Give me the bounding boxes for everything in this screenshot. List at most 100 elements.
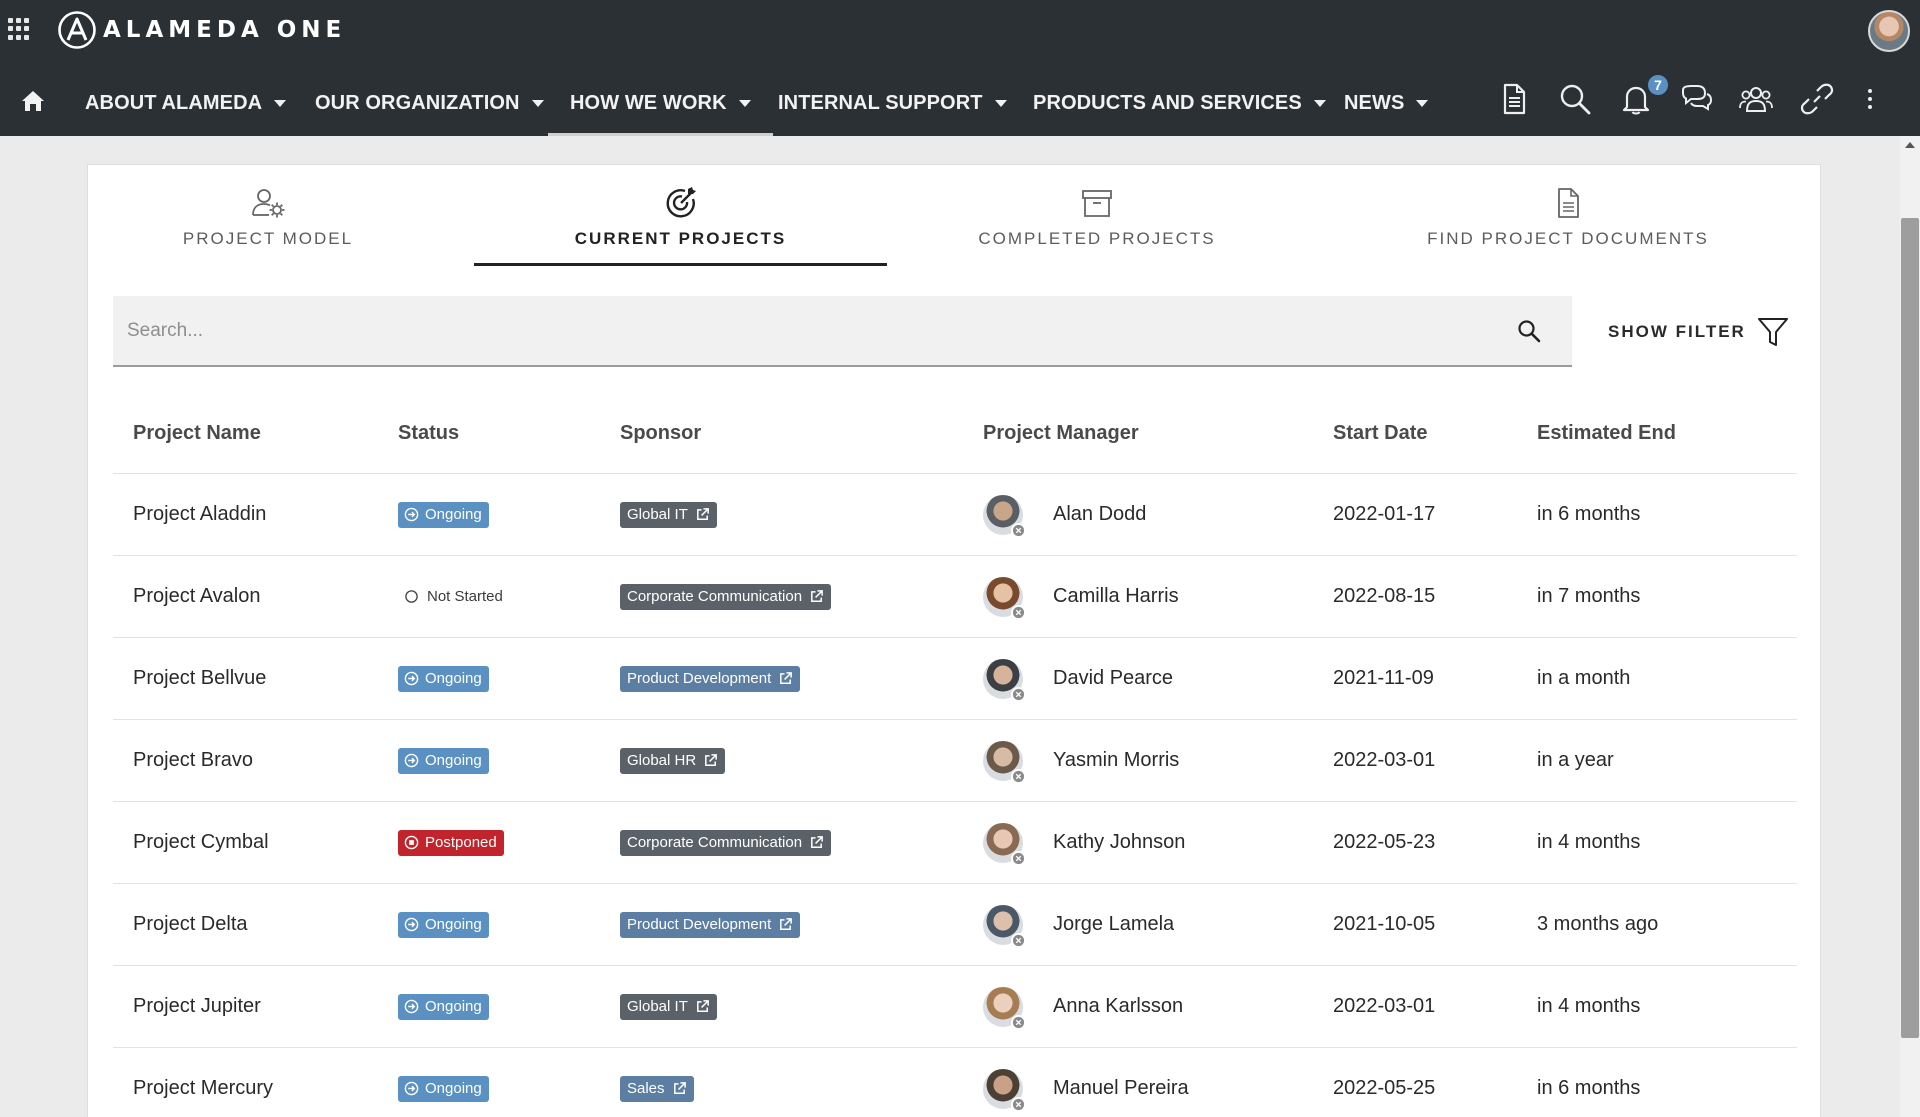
external-link-icon bbox=[673, 1082, 686, 1094]
sponsor-label: Corporate Communication bbox=[627, 834, 803, 851]
sponsor-link[interactable]: Product Development bbox=[620, 665, 801, 692]
table-row[interactable]: Project Mercury Ongoing Sales Manuel Pereir… bbox=[113, 1048, 1797, 1117]
main-nav: ABOUT ALAMEDA OUR ORGANIZATION HOW WE WO… bbox=[0, 70, 1500, 136]
avatar[interactable] bbox=[983, 1068, 1026, 1112]
page-scrollbar[interactable] bbox=[1900, 136, 1920, 1117]
avatar[interactable] bbox=[983, 904, 1026, 948]
nav-item-products-and-services[interactable]: PRODUCTS AND SERVICES bbox=[1033, 70, 1326, 136]
sponsor-link[interactable]: Global HR bbox=[620, 747, 726, 774]
column-header-start-date[interactable]: Start Date bbox=[1333, 393, 1427, 473]
sponsor-link[interactable]: Global IT bbox=[620, 501, 717, 528]
table-body: Project Aladdin Ongoing Global IT Alan Dodd… bbox=[113, 474, 1797, 1117]
sponsor-link[interactable]: Corporate Communication bbox=[620, 829, 832, 856]
presence-status-icon bbox=[1011, 932, 1026, 948]
status-label: Ongoing bbox=[425, 998, 482, 1015]
project-manager-name[interactable]: David Pearce bbox=[1053, 667, 1173, 690]
chat-icon[interactable] bbox=[1679, 82, 1713, 116]
column-header-status[interactable]: Status bbox=[398, 393, 459, 473]
avatar[interactable] bbox=[983, 986, 1026, 1030]
show-filter-button[interactable]: SHOW FILTER bbox=[1608, 311, 1790, 353]
project-manager-name[interactable]: Camilla Harris bbox=[1053, 585, 1179, 608]
sponsor-link[interactable]: Corporate Communication bbox=[620, 583, 832, 610]
column-header-project-name[interactable]: Project Name bbox=[133, 393, 261, 473]
sponsor-cell: Product Development bbox=[620, 638, 801, 719]
presence-status-icon bbox=[1011, 604, 1026, 620]
people-icon[interactable] bbox=[1739, 82, 1773, 116]
project-manager-cell: David Pearce bbox=[983, 638, 1173, 719]
link-icon[interactable] bbox=[1800, 82, 1834, 116]
scrollbar-thumb[interactable] bbox=[1901, 218, 1919, 1038]
caret-down-icon bbox=[1313, 99, 1326, 107]
avatar[interactable] bbox=[983, 822, 1026, 866]
status-cell: Ongoing bbox=[398, 720, 489, 801]
user-avatar[interactable] bbox=[1868, 10, 1910, 52]
project-name[interactable]: Project Avalon bbox=[133, 556, 261, 637]
sponsor-label: Global HR bbox=[627, 752, 697, 769]
document-icon[interactable] bbox=[1497, 82, 1531, 116]
search-input[interactable] bbox=[113, 296, 1503, 365]
projects-card: PROJECT MODEL CURRENT PROJECTS COMPLETED… bbox=[87, 164, 1821, 1117]
nav-item-label: PRODUCTS AND SERVICES bbox=[1033, 91, 1302, 114]
avatar[interactable] bbox=[983, 740, 1026, 784]
project-manager-name[interactable]: Jorge Lamela bbox=[1053, 913, 1174, 936]
project-manager-cell: Camilla Harris bbox=[983, 556, 1179, 637]
home-icon[interactable] bbox=[19, 87, 47, 115]
tab-project-model[interactable]: PROJECT MODEL bbox=[178, 185, 358, 265]
sponsor-link[interactable]: Product Development bbox=[620, 911, 801, 938]
table-row[interactable]: Project Avalon Not Started Corporate Commu… bbox=[113, 556, 1797, 638]
estimated-end: in 4 months bbox=[1537, 831, 1641, 853]
table-header: Project Name Status Sponsor Project Mana… bbox=[113, 393, 1797, 474]
nav-item-label: NEWS bbox=[1344, 91, 1405, 114]
scroll-up-arrow-icon[interactable] bbox=[1905, 142, 1915, 148]
project-name[interactable]: Project Delta bbox=[133, 884, 248, 965]
arrow-circle-icon bbox=[404, 671, 419, 686]
search-icon[interactable] bbox=[1558, 82, 1592, 116]
project-name[interactable]: Project Cymbal bbox=[133, 802, 269, 883]
nav-item-label: INTERNAL SUPPORT bbox=[778, 91, 983, 114]
nav-item-internal-support[interactable]: INTERNAL SUPPORT bbox=[778, 70, 1007, 136]
table-row[interactable]: Project Aladdin Ongoing Global IT Alan Dodd… bbox=[113, 474, 1797, 556]
project-name[interactable]: Project Mercury bbox=[133, 1048, 273, 1117]
project-manager-name[interactable]: Yasmin Morris bbox=[1053, 749, 1179, 772]
table-row[interactable]: Project Bravo Ongoing Global HR Yasmin Morr… bbox=[113, 720, 1797, 802]
table-row[interactable]: Project Cymbal Postponed Corporate Communi… bbox=[113, 802, 1797, 884]
table-row[interactable]: Project Delta Ongoing Product Development J… bbox=[113, 884, 1797, 966]
app-launcher-icon[interactable] bbox=[8, 18, 30, 40]
column-header-project-manager[interactable]: Project Manager bbox=[983, 393, 1139, 473]
sponsor-link[interactable]: Sales bbox=[620, 1075, 694, 1102]
avatar[interactable] bbox=[983, 658, 1026, 702]
project-name[interactable]: Project Jupiter bbox=[133, 966, 261, 1047]
sponsor-link[interactable]: Global IT bbox=[620, 993, 717, 1020]
nav-item-news[interactable]: NEWS bbox=[1344, 70, 1429, 136]
project-manager-name[interactable]: Anna Karlsson bbox=[1053, 995, 1183, 1018]
project-name[interactable]: Project Aladdin bbox=[133, 474, 266, 555]
tab-completed-projects[interactable]: COMPLETED PROJECTS bbox=[977, 185, 1217, 265]
project-manager-name[interactable]: Alan Dodd bbox=[1053, 503, 1146, 526]
status-label: Ongoing bbox=[425, 1080, 482, 1097]
search-icon[interactable] bbox=[1516, 318, 1542, 344]
column-header-estimated-end[interactable]: Estimated End bbox=[1537, 393, 1676, 473]
brand-logo[interactable]: ALAMEDA ONE bbox=[57, 9, 346, 51]
avatar[interactable] bbox=[983, 576, 1026, 620]
nav-item-how-we-work[interactable]: HOW WE WORK bbox=[548, 70, 773, 136]
avatar[interactable] bbox=[983, 494, 1026, 538]
nav-item-about-alameda[interactable]: ABOUT ALAMEDA bbox=[85, 70, 287, 136]
project-name[interactable]: Project Bellvue bbox=[133, 638, 266, 719]
column-header-sponsor[interactable]: Sponsor bbox=[620, 393, 701, 473]
table-row[interactable]: Project Bellvue Ongoing Product Developmen… bbox=[113, 638, 1797, 720]
presence-status-icon bbox=[1011, 1096, 1026, 1112]
tab-current-projects[interactable]: CURRENT PROJECTS bbox=[474, 185, 887, 265]
nav-item-our-organization[interactable]: OUR ORGANIZATION bbox=[315, 70, 544, 136]
external-link-icon bbox=[811, 590, 823, 602]
external-link-icon bbox=[696, 508, 709, 520]
caret-down-icon bbox=[994, 99, 1007, 107]
tab-find-project-documents[interactable]: FIND PROJECT DOCUMENTS bbox=[1418, 185, 1718, 265]
external-link-icon bbox=[705, 754, 718, 766]
project-manager-name[interactable]: Kathy Johnson bbox=[1053, 831, 1185, 854]
project-manager-name[interactable]: Manuel Pereira bbox=[1053, 1077, 1189, 1100]
project-name[interactable]: Project Bravo bbox=[133, 720, 253, 801]
more-vertical-icon[interactable] bbox=[1863, 82, 1877, 116]
table-row[interactable]: Project Jupiter Ongoing Global IT Anna Karl… bbox=[113, 966, 1797, 1048]
project-manager-cell: Alan Dodd bbox=[983, 474, 1146, 555]
arrow-circle-icon bbox=[404, 999, 419, 1014]
